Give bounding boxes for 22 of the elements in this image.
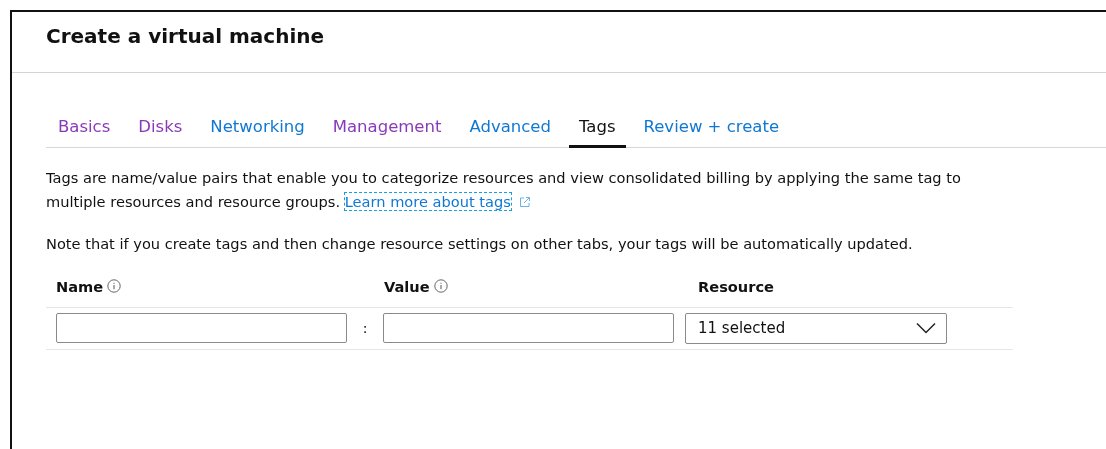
column-header: Resource bbox=[698, 277, 774, 295]
value-input-field[interactable] bbox=[383, 313, 674, 343]
tab[interactable]: Management bbox=[322, 109, 452, 148]
tab[interactable]: Disks bbox=[128, 109, 193, 148]
tab[interactable]: Networking bbox=[200, 109, 315, 148]
name-input-field[interactable] bbox=[56, 313, 347, 343]
tab[interactable]: Tags bbox=[568, 109, 626, 148]
tab[interactable]: Review + create bbox=[633, 109, 790, 148]
learn-more-link[interactable]: Learn more about tags bbox=[344, 192, 511, 210]
chevron-down-icon bbox=[916, 322, 936, 334]
info-icon[interactable] bbox=[433, 279, 448, 293]
info-icon[interactable] bbox=[107, 279, 122, 293]
description-text: Tags are name/value pairs that enable you to categorize resources and view consolidated billing by applying the same tag to multiple resources and resource groups. Learn more about tags bbox=[46, 167, 962, 212]
resource-dropdown[interactable]: 11 selected bbox=[685, 312, 947, 344]
separator-text: : bbox=[361, 320, 369, 336]
external-link-icon bbox=[518, 195, 531, 208]
window-title: Create a virtual machine bbox=[46, 24, 325, 48]
column-header: Value bbox=[384, 277, 430, 295]
note-text: Note that if you create tags and then change resource settings on other tabs, your tags will be automatically updated. bbox=[46, 233, 914, 254]
tab[interactable]: Basics bbox=[48, 109, 121, 148]
tab[interactable]: Advanced bbox=[459, 109, 561, 148]
column-header: Name bbox=[56, 277, 104, 295]
